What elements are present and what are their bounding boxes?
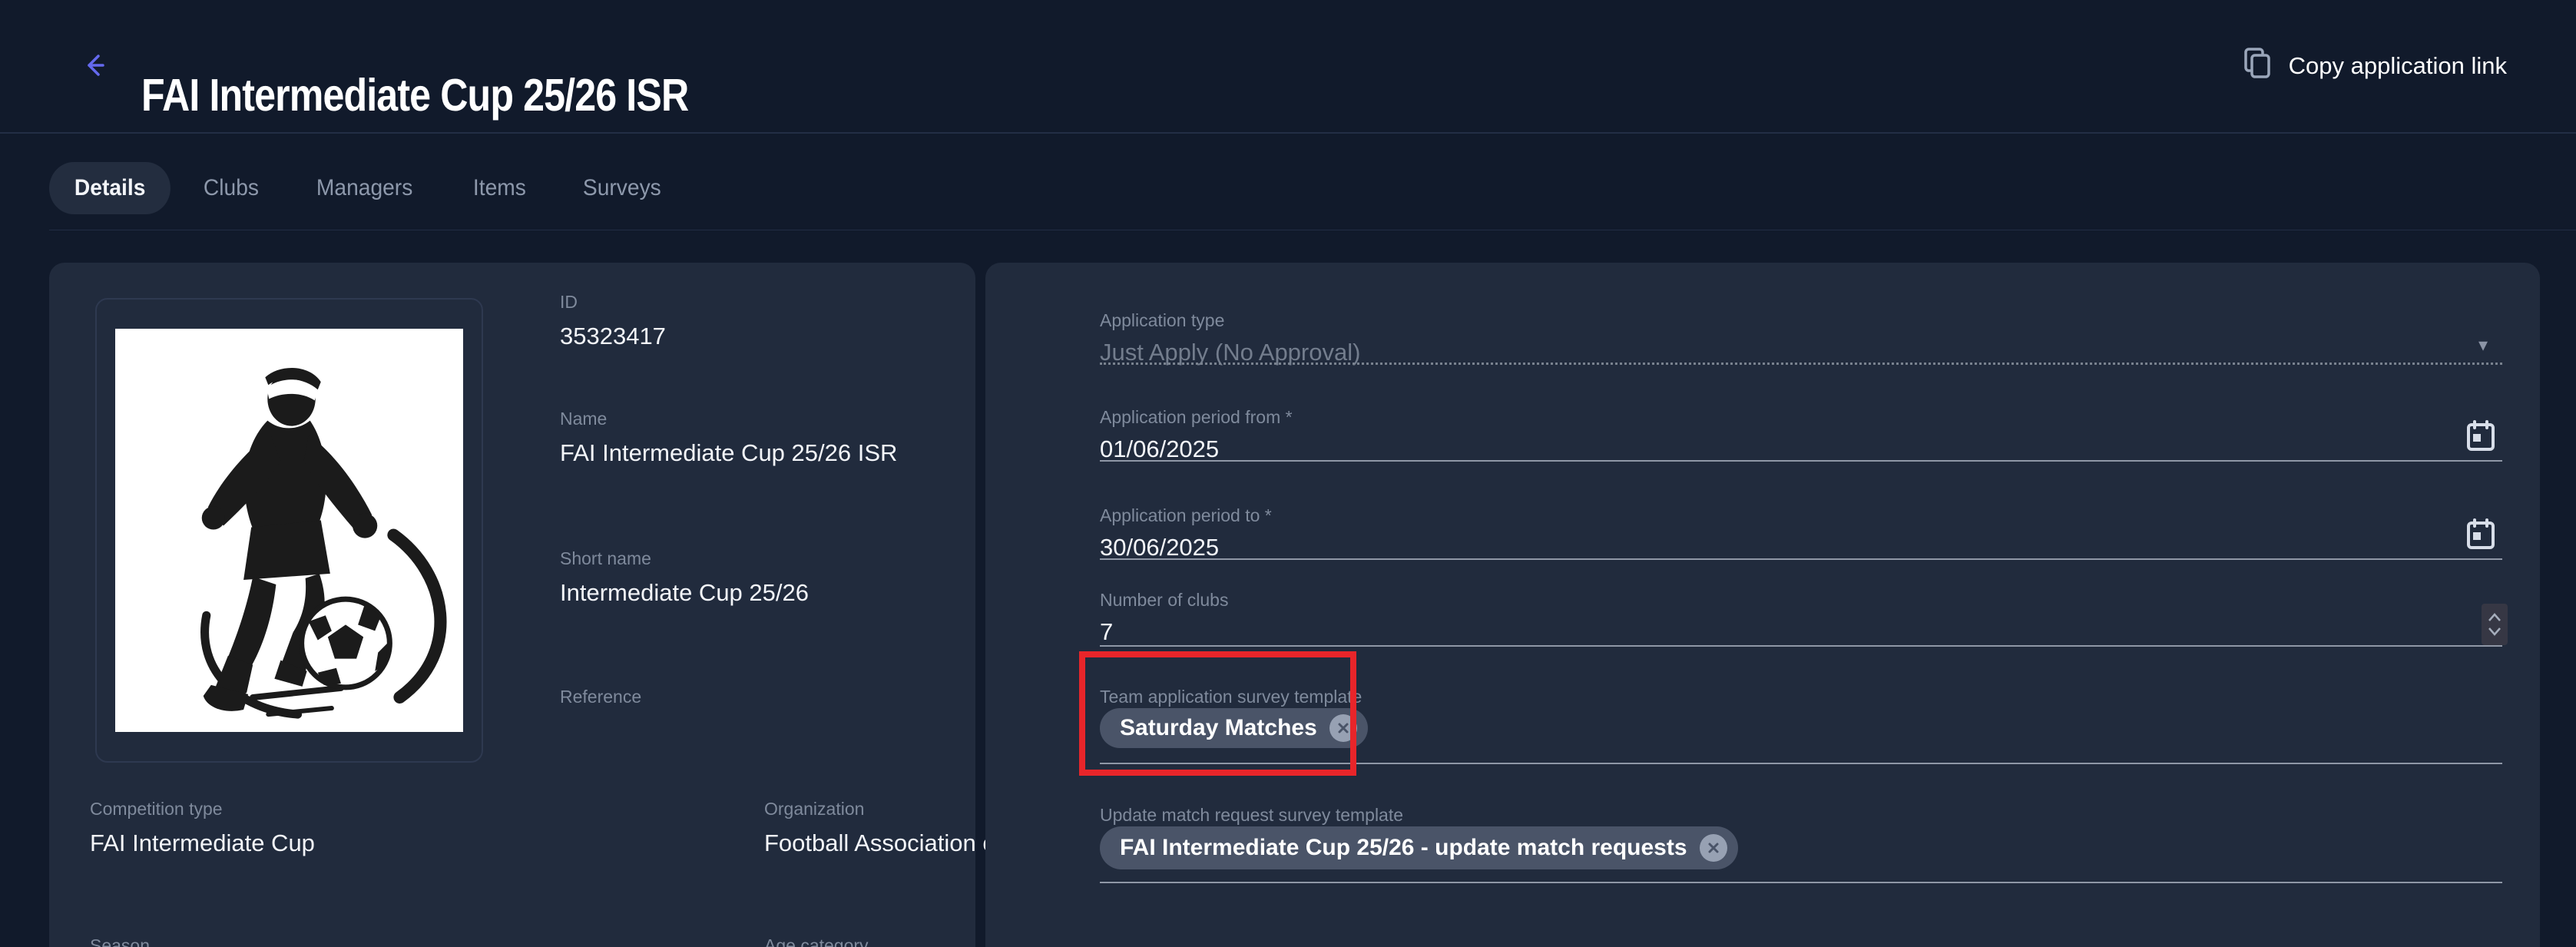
- calendar-icon[interactable]: [2466, 518, 2495, 550]
- circle-x-icon[interactable]: [1699, 834, 1727, 862]
- field-reference: Reference: [560, 687, 641, 717]
- field-age-category-label: Age category: [764, 935, 869, 947]
- period-to-underline: [1100, 558, 2502, 560]
- update-survey-chip[interactable]: FAI Intermediate Cup 25/26 - update matc…: [1100, 826, 1738, 869]
- field-competition-type: Competition type FAI Intermediate Cup: [90, 799, 315, 858]
- soccer-player-illustration-icon: [115, 327, 463, 734]
- copy-icon: [2243, 46, 2273, 86]
- update-survey-label: Update match request survey template: [1100, 805, 1404, 825]
- caret-down-icon: ▾: [2478, 335, 2488, 356]
- tab-managers[interactable]: Managers: [291, 162, 438, 214]
- field-competition-type-value: FAI Intermediate Cup: [90, 829, 315, 856]
- header-divider: [0, 132, 2576, 134]
- period-from-underline: [1100, 460, 2502, 462]
- competition-image: [115, 329, 463, 732]
- period-from-input[interactable]: 01/06/2025: [1100, 435, 1219, 463]
- application-type-label: Application type: [1100, 310, 1225, 330]
- period-from-label: Application period from *: [1100, 407, 1293, 427]
- competition-info-card: ID 35323417 Name FAI Intermediate Cup 25…: [49, 263, 1082, 947]
- tab-surveys[interactable]: Surveys: [558, 162, 687, 214]
- tab-details[interactable]: Details: [49, 162, 171, 214]
- field-id-label: ID: [560, 292, 578, 312]
- page-header: FAI Intermediate Cup 25/26 ISR Copy appl…: [0, 0, 2576, 132]
- field-id: ID 35323417: [560, 292, 666, 351]
- tab-bar: Details Clubs Managers Items Surveys: [49, 162, 694, 214]
- field-id-value: 35323417: [560, 322, 666, 349]
- arrow-left-icon: [83, 48, 117, 84]
- calendar-icon[interactable]: [2466, 419, 2495, 452]
- field-age-category: Age category: [764, 935, 869, 947]
- period-to-label: Application period to *: [1100, 505, 1272, 525]
- application-type-underline: [1100, 363, 2502, 365]
- update-survey-underline: [1100, 882, 2502, 883]
- number-of-clubs-underline: [1100, 645, 2502, 647]
- tab-clubs[interactable]: Clubs: [178, 162, 284, 214]
- copy-application-link-label: Copy application link: [2288, 52, 2507, 79]
- field-name-value: FAI Intermediate Cup 25/26 ISR: [560, 439, 898, 466]
- field-season: Season: [90, 935, 150, 947]
- period-to-input[interactable]: 30/06/2025: [1100, 533, 1219, 561]
- up-down-stepper-icon[interactable]: [2482, 604, 2508, 645]
- page-title: FAI Intermediate Cup 25/26 ISR: [141, 69, 689, 121]
- number-of-clubs-label: Number of clubs: [1100, 590, 1229, 610]
- field-reference-label: Reference: [560, 687, 642, 707]
- tab-items[interactable]: Items: [448, 162, 551, 214]
- back-button[interactable]: [77, 43, 123, 89]
- highlight-annotation-box: [1079, 651, 1356, 776]
- field-name: Name FAI Intermediate Cup 25/26 ISR: [560, 409, 897, 468]
- update-survey-chip-label: FAI Intermediate Cup 25/26 - update matc…: [1120, 835, 1687, 860]
- application-settings-card: Application type Just Apply (No Approval…: [985, 263, 2540, 947]
- competition-details-page: FAI Intermediate Cup 25/26 ISR Copy appl…: [0, 0, 2576, 947]
- field-short-name: Short name Intermediate Cup 25/26: [560, 548, 809, 608]
- field-short-name-value: Intermediate Cup 25/26: [560, 578, 809, 606]
- copy-application-link-button[interactable]: Copy application link: [2238, 41, 2511, 91]
- competition-image-frame: [95, 298, 483, 763]
- field-competition-type-label: Competition type: [90, 799, 223, 819]
- field-season-label: Season: [90, 935, 151, 947]
- field-short-name-label: Short name: [560, 548, 651, 568]
- field-name-label: Name: [560, 409, 608, 429]
- number-of-clubs-input[interactable]: 7: [1100, 618, 1113, 646]
